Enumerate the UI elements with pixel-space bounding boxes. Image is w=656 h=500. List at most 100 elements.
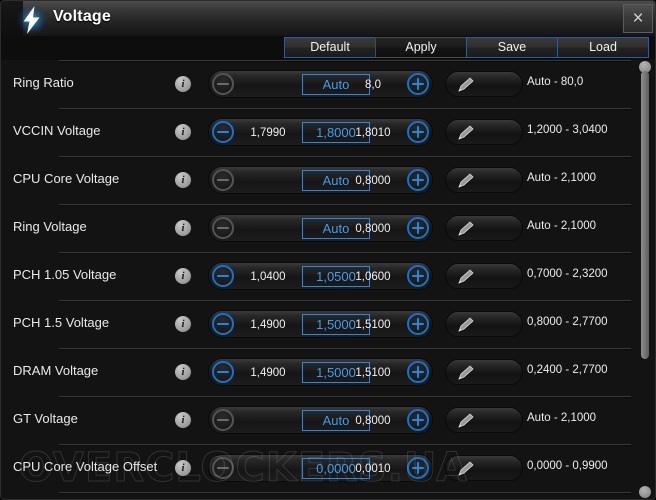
plus-icon-vertical (417, 78, 419, 90)
setting-row-partial (1, 492, 655, 499)
value-previous: 1,7990 (250, 127, 286, 139)
setting-row: GT Voltage i Auto 0,8000 Auto - 2,1000 (1, 396, 655, 444)
setting-row: PCH 1.05 Voltage i 1,0400 1,0500 1,0600 … (1, 252, 655, 300)
value-stepper: 1,0400 1,0500 1,0600 (208, 262, 433, 290)
value-next: 0,0010 (355, 463, 391, 475)
value-previous: 1,4900 (250, 319, 286, 331)
setting-label: Ring Ratio (13, 75, 74, 90)
value-range: Auto - 2,1000 (527, 220, 597, 232)
value-next: 8,0 (365, 79, 381, 91)
decrement-button[interactable] (212, 73, 234, 95)
minus-icon (217, 371, 229, 373)
save-button[interactable]: Save (466, 37, 558, 58)
value-stepper: Auto 0,8000 (208, 406, 433, 434)
info-icon[interactable]: i (175, 172, 191, 188)
close-icon: × (632, 8, 644, 29)
close-button[interactable]: × (623, 4, 653, 33)
plus-icon-vertical (417, 126, 419, 138)
setting-row: VCCIN Voltage i 1,7990 1,8000 1,8010 1,2… (1, 108, 655, 156)
plus-icon-vertical (417, 462, 419, 474)
info-icon[interactable]: i (175, 124, 191, 140)
increment-button[interactable] (407, 169, 429, 191)
decrement-button[interactable] (212, 313, 234, 335)
increment-button[interactable] (407, 265, 429, 287)
info-icon[interactable]: i (175, 412, 191, 428)
pencil-icon (458, 125, 474, 140)
voltage-window: Voltage × Default Apply Save Load Ring R… (0, 0, 656, 500)
edit-field[interactable] (445, 215, 523, 241)
increment-button[interactable] (407, 409, 429, 431)
decrement-button[interactable] (212, 265, 234, 287)
decrement-button[interactable] (212, 409, 234, 431)
edit-field[interactable] (445, 167, 523, 193)
scrollbar-down-cap[interactable] (639, 486, 651, 498)
scrollbar-thumb[interactable] (641, 71, 649, 359)
increment-button[interactable] (407, 217, 429, 239)
title-bar: Voltage × (1, 1, 655, 37)
default-button[interactable]: Default (284, 37, 376, 58)
info-icon[interactable]: i (175, 76, 191, 92)
row-divider (59, 444, 631, 445)
setting-label: DRAM Voltage (13, 363, 99, 378)
decrement-button[interactable] (212, 121, 234, 143)
setting-row: DRAM Voltage i 1,4900 1,5000 1,5100 0,24… (1, 348, 655, 396)
row-divider (59, 60, 631, 61)
vertical-scrollbar[interactable] (638, 61, 652, 498)
row-divider (59, 108, 631, 109)
info-icon[interactable]: i (175, 364, 191, 380)
setting-row: CPU Core Voltage i Auto 0,8000 Auto - 2,… (1, 156, 655, 204)
row-divider (59, 252, 631, 253)
setting-label: PCH 1.05 Voltage (13, 267, 117, 282)
minus-icon (217, 275, 229, 277)
minus-icon (217, 179, 229, 181)
decrement-button[interactable] (212, 217, 234, 239)
info-icon[interactable]: i (175, 460, 191, 476)
pencil-icon (458, 317, 474, 332)
load-button[interactable]: Load (557, 37, 649, 58)
edit-field[interactable] (445, 455, 523, 481)
value-stepper: 1,4900 1,5000 1,5100 (208, 310, 433, 338)
info-icon[interactable]: i (175, 268, 191, 284)
value-stepper: Auto 8,0 (208, 70, 433, 98)
info-icon[interactable]: i (175, 220, 191, 236)
increment-button[interactable] (407, 121, 429, 143)
pencil-icon (458, 173, 474, 188)
value-next: 1,8010 (355, 127, 391, 139)
increment-button[interactable] (407, 361, 429, 383)
setting-label: GT Voltage (13, 411, 78, 426)
row-divider (59, 396, 631, 397)
increment-button[interactable] (407, 457, 429, 479)
value-range: 1,2000 - 3,0400 (527, 124, 608, 136)
increment-button[interactable] (407, 73, 429, 95)
edit-field[interactable] (445, 311, 523, 337)
row-divider (59, 300, 631, 301)
decrement-button[interactable] (212, 457, 234, 479)
value-next: 0,8000 (355, 223, 391, 235)
row-divider (59, 348, 631, 349)
increment-button[interactable] (407, 313, 429, 335)
value-stepper: 1,4900 1,5000 1,5100 (208, 358, 433, 386)
edit-field[interactable] (445, 359, 523, 385)
value-range: Auto - 2,1000 (527, 412, 597, 424)
minus-icon (217, 131, 229, 133)
edit-field[interactable] (445, 263, 523, 289)
minus-icon (217, 419, 229, 421)
edit-field[interactable] (445, 119, 523, 145)
setting-label: CPU Core Voltage Offset (13, 459, 158, 474)
value-next: 0,8000 (355, 415, 391, 427)
decrement-button[interactable] (212, 169, 234, 191)
apply-button[interactable]: Apply (375, 37, 467, 58)
edit-field[interactable] (445, 71, 523, 97)
decrement-button[interactable] (212, 361, 234, 383)
setting-label: PCH 1.5 Voltage (13, 315, 110, 330)
lightning-bolt-icon (15, 3, 49, 37)
settings-list: Ring Ratio i Auto 8,0 Auto - 80,0 VCCIN … (1, 60, 655, 499)
page-title: Voltage (53, 8, 112, 25)
info-icon[interactable]: i (175, 316, 191, 332)
minus-icon (217, 83, 229, 85)
value-previous (237, 412, 299, 430)
edit-field[interactable] (445, 407, 523, 433)
value-range: Auto - 80,0 (527, 76, 584, 88)
pencil-icon (458, 77, 474, 92)
value-previous (237, 220, 299, 238)
